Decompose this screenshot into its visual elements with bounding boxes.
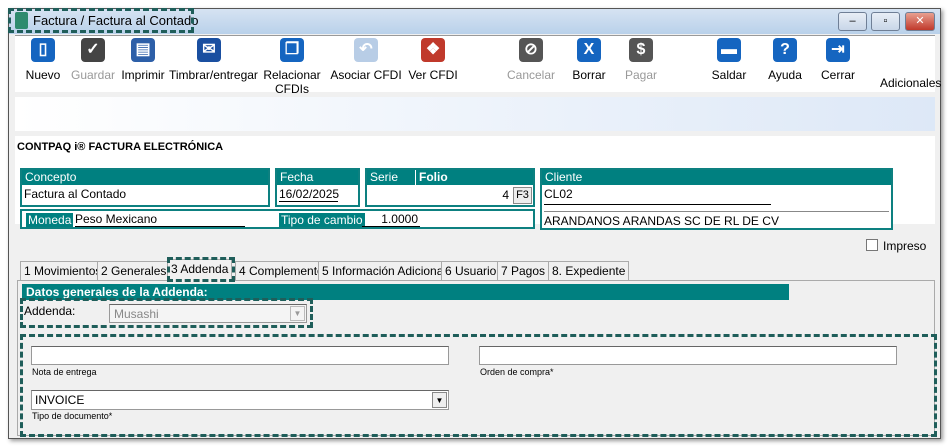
toolbar-label: Pagar	[624, 68, 658, 82]
nota-entrega-input[interactable]	[31, 346, 449, 365]
cliente-nombre-field[interactable]: ARANDANOS ARANDAS SC DE RL DE CV	[544, 211, 889, 228]
minimize-button[interactable]: –	[838, 12, 867, 31]
toolbar-label: Timbrar/entregar	[169, 68, 258, 82]
toolbar-label: Ver CFDI	[408, 68, 458, 82]
tab-7-pagos[interactable]: 7 Pagos	[497, 261, 550, 280]
cancel-icon: ⊘	[519, 38, 543, 62]
orden-compra-label: Orden de compra*	[480, 367, 554, 377]
title-highlight	[8, 8, 194, 33]
tab-6-usuario[interactable]: 6 Usuario	[441, 261, 501, 280]
tipo-cambio-field[interactable]: 1.0000	[362, 212, 420, 227]
toolbar-button-cerrar[interactable]: ⇥ Cerrar	[798, 38, 878, 82]
cliente-codigo-field[interactable]: CL02	[544, 187, 771, 205]
close-button[interactable]: ✕	[905, 12, 935, 31]
tipo-cambio-label: Tipo de cambio	[279, 213, 365, 227]
chevron-down-icon[interactable]: ▼	[432, 392, 447, 408]
serie-label: Serie	[370, 170, 416, 185]
settle-icon: ▬	[717, 38, 741, 62]
toolbar-button-pagar[interactable]: $ Pagar	[601, 38, 681, 82]
tipo-documento-label: Tipo de documento*	[32, 411, 113, 421]
folio-label: Folio	[419, 170, 448, 184]
cliente-box: Cliente CL02 ARANDANOS ARANDAS SC DE RL …	[540, 168, 893, 230]
toolbar-label: Relacionar CFDIs	[263, 68, 321, 96]
tab-8-expediente[interactable]: 8. Expediente	[548, 261, 630, 280]
fecha-box: Fecha 16/02/2025	[275, 168, 360, 207]
toolbar-button-timbrar-entregar[interactable]: ✉ Timbrar/entregar	[169, 38, 258, 82]
tipo-documento-value: INVOICE	[35, 393, 85, 407]
serie-folio-box: Serie Folio 4 F3	[365, 168, 535, 207]
moneda-label: Moneda	[26, 213, 74, 227]
view-cfdi-icon: ❖	[421, 38, 445, 62]
associate-icon: ↶	[354, 38, 378, 62]
tab-4-complemento[interactable]: 4 Complemento	[235, 261, 328, 280]
save-check-icon: ✓	[81, 38, 105, 62]
maximize-button[interactable]: ▫	[871, 12, 900, 31]
toolbar-button-ver-cfdi[interactable]: ❖ Ver CFDI	[393, 38, 473, 82]
concepto-field[interactable]: Factura al Contado	[22, 185, 268, 203]
tab-5-informaci-n-adicional[interactable]: 5 Información Adicional	[318, 261, 451, 280]
fecha-field[interactable]: 16/02/2025	[279, 187, 339, 202]
moneda-row: Moneda Peso Mexicano Tipo de cambio 1.00…	[20, 209, 535, 229]
tab-2-generales[interactable]: 2 Generales	[97, 261, 171, 280]
cliente-label: Cliente	[542, 170, 891, 185]
help-icon: ?	[773, 38, 797, 62]
stamp-mail-icon: ✉	[197, 38, 221, 62]
fecha-label: Fecha	[277, 170, 358, 185]
delete-icon: X	[577, 38, 601, 62]
adicionales-menu[interactable]: Adicionales	[880, 76, 941, 90]
addenda-field-highlight	[20, 298, 313, 328]
new-document-icon: ▯	[31, 38, 55, 62]
info-strip	[15, 97, 935, 131]
orden-compra-input[interactable]	[479, 346, 897, 365]
product-title: CONTPAQ i® FACTURA ELECTRÓNICA	[17, 141, 224, 153]
toolbar-label: Cerrar	[820, 68, 855, 82]
toolbar-button-relacionar-cfdis[interactable]: ❐ Relacionar CFDIs	[252, 38, 332, 96]
folio-field[interactable]: 4	[367, 188, 533, 202]
exit-door-icon: ⇥	[826, 38, 850, 62]
moneda-field[interactable]: Peso Mexicano	[75, 212, 245, 227]
concepto-box: Concepto Factura al Contado	[20, 168, 270, 207]
printer-icon: ▤	[131, 38, 155, 62]
tab-1-movimientos[interactable]: 1 Movimientos	[20, 261, 106, 280]
impreso-checkbox[interactable]	[866, 239, 878, 251]
f3-button[interactable]: F3	[513, 187, 532, 204]
pay-icon: $	[629, 38, 653, 62]
nota-entrega-label: Nota de entrega	[32, 367, 97, 377]
addenda-tab-highlight	[167, 257, 235, 282]
relate-documents-icon: ❐	[280, 38, 304, 62]
tipo-documento-select[interactable]: INVOICE ▼	[31, 390, 449, 410]
impreso-label: Impreso	[883, 239, 927, 253]
concepto-label: Concepto	[22, 170, 268, 185]
